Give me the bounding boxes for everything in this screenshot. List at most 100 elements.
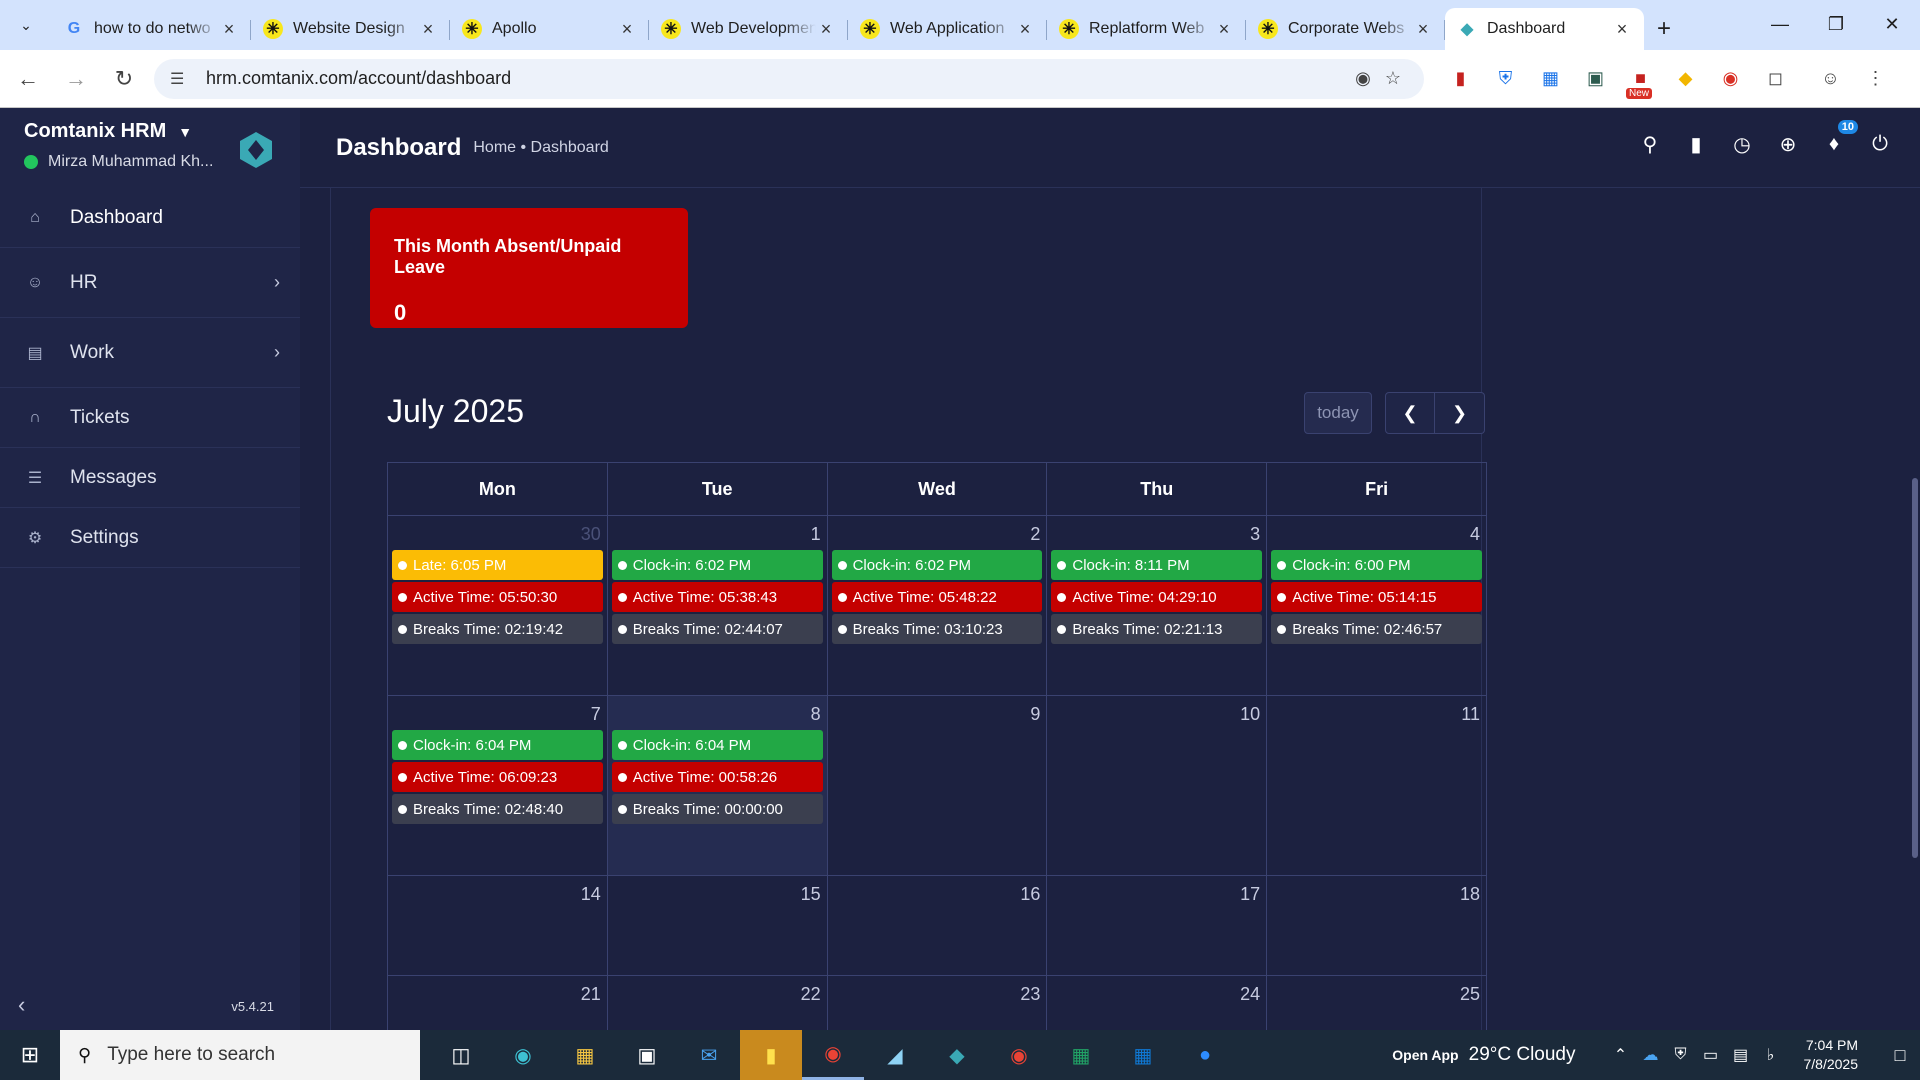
calendar-date-number[interactable]: 25 [1460,984,1480,1005]
calendar-event-breaks[interactable]: Breaks Time: 02:44:07 [611,614,823,644]
close-window-button[interactable]: ✕ [1864,0,1920,48]
sidebar-item-work[interactable]: ▤ Work › [0,318,300,388]
calendar-date-number[interactable]: 1 [811,524,821,545]
taskbar-clock[interactable]: 7:04 PM 7/8/2025 [1804,1036,1859,1074]
page-scrollbar[interactable] [1910,188,1920,1030]
start-button[interactable]: ⊞ [0,1030,60,1080]
calendar-date-number[interactable]: 8 [811,704,821,725]
calendar-event-breaks[interactable]: Breaks Time: 00:00:00 [611,794,823,824]
restore-button[interactable]: ❐ [1808,0,1864,48]
weather-widget[interactable]: 29°C Cloudy [1469,1044,1576,1066]
calendar-day-cell[interactable]: 11 [1267,696,1486,875]
document-extension-icon[interactable]: ▦ [1528,68,1573,89]
calendar-event-active[interactable]: Active Time: 04:29:10 [1051,582,1263,612]
calendar-event-clock[interactable]: Clock-in: 6:00 PM [1271,550,1482,580]
calendar-date-number[interactable]: 14 [581,884,601,905]
calendar-event-breaks[interactable]: Breaks Time: 02:46:57 [1271,614,1482,644]
calendar-date-number[interactable]: 24 [1240,984,1260,1005]
puzzle-extensions-icon[interactable]: ◻ [1753,68,1798,89]
excel-icon[interactable]: ▦ [1050,1030,1112,1080]
calendar-date-number[interactable]: 2 [1030,524,1040,545]
shield-extension-icon[interactable]: ⛨ [1483,68,1528,89]
pdf-extension-icon[interactable]: ▮ [1438,68,1483,89]
add-circle-icon[interactable]: ⊕ [1776,132,1800,156]
calendar-event-active[interactable]: Active Time: 06:09:23 [392,762,603,792]
minimize-button[interactable]: — [1752,0,1808,48]
calendar-day-cell[interactable]: 3 Clock-in: 8:11 PM Active Time: 04:29:10 B… [1047,516,1268,695]
new-extension-icon[interactable]: ■ New [1618,68,1663,99]
calendar-date-number[interactable]: 21 [581,984,601,1005]
browser-tab[interactable]: ✳ Web Application × [848,8,1047,50]
edge-icon[interactable]: ◉ [492,1030,554,1080]
volume-muted-icon[interactable]: ♭ [1756,1045,1786,1065]
browser-tab[interactable]: Ghow to do netwo × [52,8,251,50]
calendar-day-cell[interactable]: 24 [1047,976,1268,1030]
calendar-event-clock[interactable]: Clock-in: 6:02 PM [831,550,1043,580]
notifications-icon[interactable]: □ [1880,1045,1920,1066]
calendar-date-number[interactable]: 16 [1020,884,1040,905]
sidebar-item-dashboard[interactable]: ⌂ Dashboard [0,188,300,248]
calendar-event-breaks[interactable]: Breaks Time: 02:48:40 [392,794,603,824]
calendar-event-clock[interactable]: Clock-in: 6:02 PM [611,550,823,580]
tab-search-button[interactable]: ⌄ [8,7,44,43]
sidebar-item-messages[interactable]: ☰ Messages [0,448,300,508]
calendar-event-clock[interactable]: Clock-in: 6:04 PM [611,730,823,760]
calendar-day-cell[interactable]: 21 [388,976,608,1030]
close-tab-icon[interactable]: × [816,19,836,40]
calendar-today-button[interactable]: today [1304,392,1372,434]
browser-tab[interactable]: ✳ Web Development × [649,8,848,50]
calendar-event-active[interactable]: Active Time: 05:48:22 [831,582,1043,612]
calendar-event-breaks[interactable]: Breaks Time: 03:10:23 [831,614,1043,644]
calendar-date-number[interactable]: 10 [1240,704,1260,725]
sidebar-item-tickets[interactable]: ∩ Tickets [0,388,300,448]
close-tab-icon[interactable]: × [1413,19,1433,40]
browser-tab[interactable]: ✳ Corporate Webs × [1246,8,1445,50]
security-icon[interactable]: ⛨ [1666,1046,1696,1064]
store-icon[interactable]: ▣ [616,1030,678,1080]
calendar-event-breaks[interactable]: Breaks Time: 02:19:42 [392,614,603,644]
calendar-day-cell[interactable]: 4 Clock-in: 6:00 PM Active Time: 05:14:15 B… [1267,516,1486,695]
calendar-day-cell[interactable]: 23 [828,976,1048,1030]
close-tab-icon[interactable]: × [418,19,438,40]
browser-tab[interactable]: ✳ Apollo × [450,8,649,50]
taskbar-search[interactable]: ⚲ Type here to search [60,1030,420,1080]
sidebar-item-settings[interactable]: ⚙ Settings [0,508,300,568]
calendar-day-cell[interactable]: 8 Clock-in: 6:04 PM Active Time: 00:58:26 B… [607,696,828,875]
calendar-date-number[interactable]: 17 [1240,884,1260,905]
reload-button[interactable]: ↻ [104,59,144,99]
calendar-date-number[interactable]: 22 [801,984,821,1005]
calendar-event-active[interactable]: Active Time: 05:14:15 [1271,582,1482,612]
menu-kebab-icon[interactable]: ⋮ [1853,68,1898,89]
folder-extension-icon[interactable]: ▣ [1573,68,1618,89]
collapse-sidebar-icon[interactable]: ‹ [18,992,25,1018]
calendar-prev-button[interactable]: ❮ [1385,392,1435,434]
calendar-day-cell[interactable]: 30 Late: 6:05 PM Active Time: 05:50:30 Brea… [388,516,608,695]
calendar-date-number[interactable]: 30 [581,524,601,545]
chevron-up-icon[interactable]: ⌃ [1606,1045,1636,1065]
calendar-day-cell[interactable]: 22 [608,976,828,1030]
browser-tab[interactable]: ◆ Dashboard × [1445,8,1644,50]
browser-tab[interactable]: ✳ Replatform Web × [1047,8,1246,50]
mail-icon[interactable]: ✉ [678,1030,740,1080]
calendar-day-cell[interactable]: 10 [1047,696,1268,875]
calendar-date-number[interactable]: 4 [1470,524,1480,545]
calendar-date-number[interactable]: 9 [1030,704,1040,725]
calendar-day-cell[interactable]: 9 [828,696,1048,875]
address-bar[interactable]: ☰ hrm.comtanix.com/account/dashboard ◉ ☆ [154,58,1424,99]
calendar-day-cell[interactable]: 15 [608,876,828,975]
pokeball-extension-icon[interactable]: ◉ [1708,68,1753,89]
bell-icon[interactable]: ♦ 10 [1822,120,1858,156]
calendar-date-number[interactable]: 3 [1250,524,1260,545]
close-tab-icon[interactable]: × [1612,19,1632,40]
calendar-event-active[interactable]: Active Time: 05:38:43 [611,582,823,612]
calendar-event-clock[interactable]: Clock-in: 6:04 PM [392,730,603,760]
chrome-icon[interactable]: ◉ [802,1030,864,1080]
breadcrumb[interactable]: Home • Dashboard [473,139,608,157]
close-tab-icon[interactable]: × [1015,19,1035,40]
calendar-day-cell[interactable]: 1 Clock-in: 6:02 PM Active Time: 05:38:43 B… [608,516,828,695]
new-tab-button[interactable]: + [1644,8,1684,50]
battery-icon[interactable]: ▭ [1696,1045,1726,1065]
calendar-event-breaks[interactable]: Breaks Time: 02:21:13 [1051,614,1263,644]
site-settings-icon[interactable]: ☰ [170,69,194,89]
calendar-date-number[interactable]: 7 [591,704,601,725]
